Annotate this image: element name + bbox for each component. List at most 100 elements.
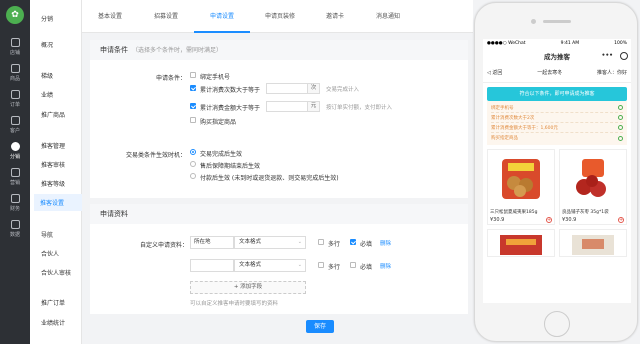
timing-paid-radio[interactable]	[190, 173, 196, 179]
phone-cond-row: 累计消费金额大于等于：1,600元	[491, 123, 623, 133]
sub-item-performance[interactable]: 业绩	[41, 90, 53, 99]
chevron-down-icon: ⌄	[297, 262, 302, 268]
timing-complete-label: 交易完成后生效	[200, 151, 243, 158]
field2-multiline-label: 多行	[328, 264, 341, 271]
cond-amount-input[interactable]	[266, 101, 308, 112]
sub-item-promo-orders[interactable]: 推广订单	[41, 298, 65, 307]
apply-conditions-panel: 申请条件 （选择多个条件时，需同时满足） 申请条件： 绑定手机号 累计消费次数大于…	[90, 40, 468, 198]
home-button[interactable]	[544, 311, 570, 337]
sub-sidebar-title: 分销	[41, 16, 54, 23]
cond-count-checkbox[interactable]	[190, 85, 196, 91]
timing-label: 交易类条件生效时机：	[126, 152, 187, 159]
camera-icon	[531, 19, 536, 24]
sub-item-guide[interactable]: 导航	[41, 230, 53, 239]
app-logo-icon[interactable]: ✿	[6, 6, 24, 24]
tab-invite-card[interactable]: 邀请卡	[310, 0, 360, 33]
rail-item-finance[interactable]: 财务	[0, 190, 30, 216]
sub-item-partner-audit[interactable]: 合伙人审核	[41, 268, 71, 277]
check-circle-icon	[618, 135, 623, 141]
cond-count-hint: 交易完成计入	[326, 87, 360, 93]
phone-apply-banner[interactable]: 符合以下条件，即可申请成为推客	[487, 87, 627, 101]
field1-multiline-checkbox[interactable]	[318, 239, 324, 245]
phone-cond-row: 累计消费次数大于2次	[491, 113, 623, 123]
add-field-button[interactable]: + 添加字段	[190, 281, 306, 294]
rail-item-distribution[interactable]: 分销	[0, 138, 30, 164]
goods-image-dates	[560, 150, 626, 208]
chevron-down-icon: ⌄	[297, 239, 302, 245]
goods-card[interactable]	[487, 229, 555, 257]
add-cart-icon[interactable]: +	[546, 217, 552, 223]
field1-name-input[interactable]: 所在地	[190, 236, 234, 249]
phone-user-name: 一起去寒冬	[537, 70, 563, 76]
field1-multiline-label: 多行	[328, 241, 341, 248]
target-icon[interactable]	[620, 52, 628, 60]
sub-item-overview[interactable]: 概况	[41, 40, 53, 49]
cond-goods-checkbox[interactable]	[190, 117, 196, 123]
speaker-icon	[543, 20, 571, 23]
field1-delete-link[interactable]: 删除	[380, 239, 391, 247]
phone-screen: ●●●●○ WeChat 9:41 AM 100% 成为推客 ••• ◁ 返回 …	[483, 39, 631, 303]
cond-count-label: 累计消费次数大于等于	[200, 87, 261, 94]
rail-item-customer[interactable]: 客户	[0, 112, 30, 138]
phone-navbar: 成为推客 •••	[483, 49, 631, 63]
rail-item-data[interactable]: 数据	[0, 216, 30, 242]
field1-required-checkbox[interactable]	[350, 239, 356, 245]
sub-item-perf-stats[interactable]: 业绩统计	[41, 318, 65, 327]
field2-type-select[interactable]: 文本格式 ⌄	[234, 259, 306, 272]
sub-item-partner[interactable]: 合伙人	[41, 249, 59, 258]
phone-cond-row: 购买指定商品	[491, 133, 623, 143]
status-bar: ●●●●○ WeChat 9:41 AM 100%	[483, 39, 631, 49]
sub-item-promo-goods[interactable]: 推广商品	[41, 110, 65, 119]
cond-count-input[interactable]	[266, 83, 308, 94]
back-button[interactable]: ◁ 返回	[487, 69, 502, 76]
cond-amount-label: 累计消费金额大于等于	[200, 105, 261, 112]
rail-item-order[interactable]: 订单	[0, 86, 30, 112]
shop-icon	[10, 38, 20, 47]
tab-basic[interactable]: 基本设置	[82, 0, 138, 33]
tab-notify[interactable]: 消息通知	[360, 0, 416, 33]
field2-multiline-checkbox[interactable]	[318, 262, 324, 268]
cond-count-unit: 次	[308, 83, 320, 94]
cond-amount-unit: 元	[308, 101, 320, 112]
goods-image-nuts	[488, 150, 554, 208]
apply-info-panel: 申请资料 自定义申请资料： 所在地 文本格式 ⌄ 多行 必填 删除 文本格式 ⌄ 多…	[90, 204, 468, 314]
timing-aftersale-radio[interactable]	[190, 161, 196, 167]
sub-item-promoter-audit[interactable]: 推客审核	[41, 160, 65, 169]
phone-inviter: 推客人：你好	[596, 70, 627, 76]
goods-image-box	[560, 230, 626, 256]
settings-tab-bar: 基本设置 招募设置 申请设置 申请页装修 邀请卡 消息通知	[82, 0, 473, 33]
rail-item-goods[interactable]: 商品	[0, 60, 30, 86]
distribution-icon	[10, 142, 20, 151]
field1-type-select[interactable]: 文本格式 ⌄	[234, 236, 306, 249]
sub-item-promoter-manage[interactable]: 推客管理	[41, 141, 65, 150]
rail-item-shop[interactable]: 店铺	[0, 34, 30, 60]
apply-conditions-header: 申请条件 （选择多个条件时，需同时满足）	[90, 40, 468, 60]
field2-required-checkbox[interactable]	[350, 262, 356, 268]
finance-icon	[10, 194, 20, 203]
sub-item-ladder[interactable]: 梯级	[41, 71, 53, 80]
sub-item-promoter-level[interactable]: 推客等级	[41, 179, 65, 188]
timing-complete-radio[interactable]	[190, 149, 196, 155]
goods-card[interactable]	[559, 229, 627, 257]
phone-conditions: 绑定手机号 累计消费次数大于2次 累计消费金额大于等于：1,600元 购买指定商…	[487, 101, 627, 145]
field2-delete-link[interactable]: 删除	[380, 262, 391, 270]
cond-phone-checkbox[interactable]	[190, 72, 196, 78]
field1-required-label: 必填	[360, 241, 373, 248]
field2-name-input[interactable]	[190, 259, 234, 272]
tab-recruit[interactable]: 招募设置	[138, 0, 194, 33]
cond-amount-checkbox[interactable]	[190, 103, 196, 109]
goods-card[interactable]: 良品铺子灰枣 35g*1袋 ¥30.9 +	[559, 149, 627, 225]
more-icon[interactable]: •••	[601, 52, 613, 59]
tab-apply[interactable]: 申请设置	[194, 0, 250, 33]
tab-apply-page[interactable]: 申请页装修	[250, 0, 310, 33]
rail-item-marketing[interactable]: 营销	[0, 164, 30, 190]
save-button[interactable]: 保存	[306, 320, 334, 333]
goods-card[interactable]: 三只松鼠夏威夷果185g ¥30.9 +	[487, 149, 555, 225]
main-nav-rail: ✿ 店铺 商品 订单 客户 分销 营销 财务 数据	[0, 0, 30, 344]
phone-goods-grid: 三只松鼠夏威夷果185g ¥30.9 + 良品铺子灰枣 35g*1袋 ¥30.9 +	[483, 145, 631, 257]
goods-image-snack	[488, 230, 554, 256]
check-circle-icon	[618, 125, 623, 130]
add-cart-icon[interactable]: +	[618, 217, 624, 223]
sub-item-promoter-settings[interactable]: 推客设置	[34, 194, 82, 211]
marketing-icon	[10, 168, 20, 177]
